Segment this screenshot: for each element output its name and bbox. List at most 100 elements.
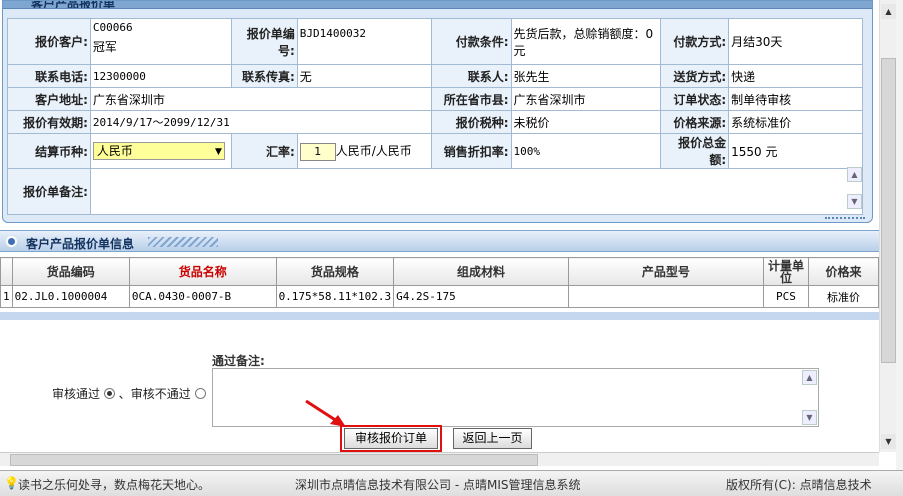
row-index: 1 <box>0 285 13 308</box>
currency-select[interactable]: 人民币 ▼ <box>92 142 225 160</box>
cell-material: G4.2S-175 <box>393 285 569 308</box>
scroll-thumb[interactable] <box>881 58 896 363</box>
section-bullet-icon <box>6 236 17 247</box>
phone-label: 联系电话: <box>7 64 91 88</box>
status-value: 制单待审核 <box>728 87 863 111</box>
pay-method-value: 月结30天 <box>728 18 863 65</box>
cell-spec: 0.175*58.11*102.3 <box>275 285 395 308</box>
grid-scrollbar[interactable] <box>0 312 879 320</box>
remark-textarea[interactable] <box>89 168 864 215</box>
currency-selected: 人民币 <box>96 144 133 158</box>
status-company: 深圳市点晴信息技术有限公司 - 点晴MIS管理信息系统 <box>295 478 581 492</box>
valid-value: 2014/9/17～2099/12/31 <box>89 110 432 134</box>
col-model[interactable]: 产品型号 <box>567 257 764 286</box>
pay-terms-label: 付款条件: <box>430 18 512 65</box>
audit-sep: 、 <box>118 387 131 401</box>
section-header: 客户产品报价单信息 <box>0 230 879 252</box>
vertical-scrollbar[interactable]: ▲ ▼ <box>879 0 896 452</box>
discount-value: 100% <box>510 133 662 169</box>
region-label: 所在省市县: <box>430 87 512 111</box>
chevron-down-icon[interactable]: ▼ <box>215 144 222 160</box>
rate-unit: 人民币/人民币 <box>335 143 412 158</box>
cell-price: 标准价 <box>808 285 879 308</box>
rate-input[interactable]: 1 <box>299 142 336 161</box>
discount-label: 销售折扣率: <box>430 133 512 169</box>
panel-header: 客户产品报价单 <box>3 1 872 9</box>
status-copyright: 版权所有(C): 点晴信息技术 <box>726 478 872 492</box>
price-source-label: 价格来源: <box>660 110 730 134</box>
status-bar: 💡 读书之乐何处寻，数点梅花天地心。 深圳市点晴信息技术有限公司 - 点晴MIS… <box>0 470 903 496</box>
pay-terms-value: 先货后款，总赊销额度：0元 <box>510 18 662 65</box>
status-label: 订单状态: <box>660 87 730 111</box>
bulb-icon: 💡 <box>4 476 19 490</box>
quote-panel: 客户产品报价单 报价客户: C00066 冠军 报价单编号: BJD1400032… <box>2 0 873 223</box>
col-material[interactable]: 组成材料 <box>393 257 569 286</box>
col-spec[interactable]: 货品规格 <box>275 257 395 286</box>
remark-label: 报价单备注: <box>7 168 91 215</box>
grid-header-row: 货品编码 货品名称 货品规格 组成材料 产品型号 计量单位 价格来 <box>0 257 879 286</box>
fax-label: 联系传真: <box>230 64 298 88</box>
phone-value: 12300000 <box>89 64 232 88</box>
quote-no-label: 报价单编号: <box>230 18 298 65</box>
delivery-label: 送货方式: <box>660 64 730 88</box>
scroll-down-icon[interactable]: ▼ <box>802 410 817 425</box>
scroll-up-icon[interactable]: ▲ <box>802 370 817 385</box>
total-label: 报价总金额: <box>660 133 730 169</box>
tax-label: 报价税种: <box>430 110 512 134</box>
customer-label: 报价客户: <box>7 18 91 65</box>
scroll-down-icon[interactable]: ▼ <box>847 194 862 209</box>
product-grid: 货品编码 货品名称 货品规格 组成材料 产品型号 计量单位 价格来 1 02.J… <box>0 257 879 308</box>
status-quote: 读书之乐何处寻，数点梅花天地心。 <box>18 478 211 492</box>
cell-model <box>567 285 764 308</box>
region-value: 广东省深圳市 <box>510 87 662 111</box>
quote-no-value: BJD1400032 <box>296 18 432 65</box>
section-hatch <box>148 237 218 247</box>
customer-code: C00066 <box>92 21 133 34</box>
fail-radio[interactable] <box>194 388 206 399</box>
scroll-up-icon[interactable]: ▲ <box>847 167 862 182</box>
back-button[interactable]: 返回上一页 <box>453 428 532 449</box>
valid-label: 报价有效期: <box>7 110 91 134</box>
customer-name: 冠军 <box>92 40 117 54</box>
cell-unit: PCS <box>762 285 810 308</box>
scroll-down-icon[interactable]: ▼ <box>881 434 896 449</box>
window-edge <box>896 0 903 470</box>
col-code[interactable]: 货品编码 <box>11 257 130 286</box>
horizontal-scrollbar[interactable] <box>0 452 879 466</box>
currency-label: 结算币种: <box>7 133 91 169</box>
tax-value: 未税价 <box>510 110 662 134</box>
panel-title: 客户产品报价单 <box>31 1 116 9</box>
rate-cell: 1 人民币/人民币 <box>296 133 432 169</box>
audit-options: 审核通过 、审核不通过 <box>52 385 206 402</box>
scroll-up-icon[interactable]: ▲ <box>881 4 896 19</box>
cell-name: 0CA.0430-0007-B <box>128 285 277 308</box>
fail-label: 审核不通过 <box>130 387 191 401</box>
currency-cell: 人民币 ▼ <box>89 133 232 169</box>
note-label: 通过备注: <box>212 354 265 368</box>
pass-label: 审核通过 <box>52 387 101 401</box>
remark-scrollbar[interactable]: ▲ ▼ <box>847 167 864 213</box>
h-scroll-thumb[interactable] <box>10 454 538 466</box>
fax-value: 无 <box>296 64 432 88</box>
resize-grip[interactable] <box>825 217 865 222</box>
section-title: 客户产品报价单信息 <box>26 237 135 251</box>
delivery-value: 快递 <box>728 64 863 88</box>
col-name[interactable]: 货品名称 <box>128 257 277 286</box>
approve-button[interactable]: 审核报价订单 <box>344 428 438 449</box>
pay-method-label: 付款方式: <box>660 18 730 65</box>
pass-radio[interactable] <box>103 388 115 399</box>
col-unit[interactable]: 计量单位 <box>762 257 810 286</box>
quote-form: 报价客户: C00066 冠军 报价单编号: BJD1400032 付款条件: 先… <box>7 18 864 215</box>
address-label: 客户地址: <box>7 87 91 111</box>
rate-label: 汇率: <box>230 133 298 169</box>
main-content: 客户产品报价单 报价客户: C00066 冠军 报价单编号: BJD1400032… <box>0 0 879 452</box>
cell-code: 02.JL0.1000004 <box>11 285 130 308</box>
total-value: 1550 元 <box>728 133 863 169</box>
contact-value: 张先生 <box>510 64 662 88</box>
price-source-value: 系统标准价 <box>728 110 863 134</box>
col-price[interactable]: 价格来 <box>808 257 879 286</box>
contact-label: 联系人: <box>430 64 512 88</box>
customer-value: C00066 冠军 <box>89 18 232 65</box>
table-row[interactable]: 1 02.JL0.1000004 0CA.0430-0007-B 0.175*5… <box>0 285 879 308</box>
address-value: 广东省深圳市 <box>89 87 432 111</box>
